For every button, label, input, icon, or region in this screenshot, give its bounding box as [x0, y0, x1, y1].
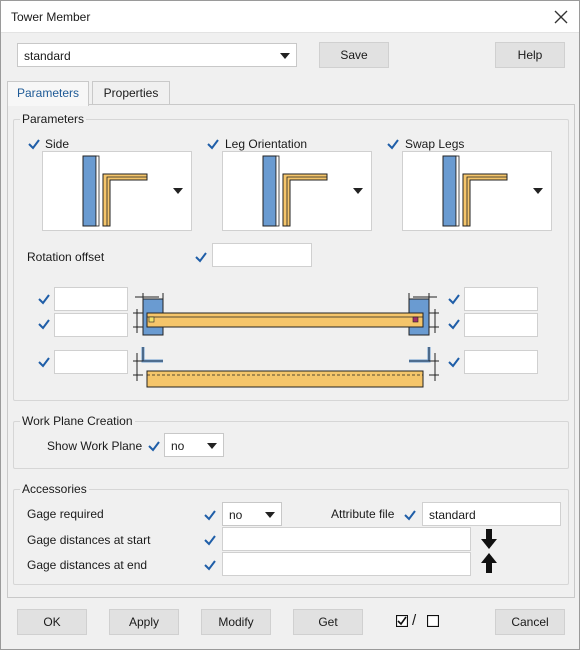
gage-end-checkbox[interactable] [203, 558, 217, 572]
offset-left-top-checkbox[interactable] [37, 292, 51, 306]
apply-button[interactable]: Apply [109, 609, 179, 635]
offset-right-bottom-input[interactable] [464, 350, 538, 374]
checkmark-icon [195, 252, 207, 263]
show-work-plane-checkbox[interactable] [147, 439, 161, 453]
ok-button[interactable]: OK [17, 609, 87, 635]
checkmark-icon [387, 139, 399, 150]
offset-left-bottom-checkbox[interactable] [37, 355, 51, 369]
work-plane-group-label: Work Plane Creation [20, 414, 135, 428]
checkmark-icon [207, 139, 219, 150]
angle-swap-legs-icon [442, 155, 508, 227]
gage-start-checkbox[interactable] [203, 533, 217, 547]
member-offset-diagram [133, 293, 439, 388]
help-button[interactable]: Help [495, 42, 565, 68]
gage-required-select[interactable]: no [222, 502, 282, 526]
offset-right-bottom-checkbox[interactable] [447, 355, 461, 369]
offset-left-middle-checkbox[interactable] [37, 317, 51, 331]
gage-required-label: Gage required [27, 507, 104, 521]
arrow-up-icon [481, 553, 497, 573]
chevron-down-icon [533, 188, 543, 194]
checkmark-icon [28, 139, 40, 150]
side-label: Side [45, 137, 70, 151]
attribute-file-checkbox[interactable] [403, 508, 417, 522]
gage-end-label: Gage distances at end [27, 558, 148, 572]
toggle-all-checkboxes-button[interactable]: / [396, 612, 446, 631]
checkmark-icon [204, 535, 216, 546]
close-button[interactable] [549, 5, 573, 29]
show-work-plane-label: Show Work Plane [47, 439, 143, 453]
checkmark-icon [404, 510, 416, 521]
show-work-plane-select[interactable]: no [164, 433, 224, 457]
swap-legs-label: Swap Legs [405, 137, 465, 151]
checkmark-icon [448, 319, 460, 330]
offset-left-middle-input[interactable] [54, 313, 128, 337]
offset-right-top-input[interactable] [464, 287, 538, 311]
swap-legs-checkbox[interactable] [386, 137, 400, 151]
close-icon [554, 10, 568, 24]
parameters-group-label: Parameters [20, 112, 87, 126]
checkmark-icon [448, 357, 460, 368]
attribute-file-input[interactable]: standard [422, 502, 561, 526]
checkmark-icon [38, 319, 50, 330]
offset-right-middle-input[interactable] [464, 313, 538, 337]
side-picker[interactable] [42, 151, 192, 231]
arrow-down-icon [481, 529, 497, 549]
checkmark-icon [204, 560, 216, 571]
offset-right-top-checkbox[interactable] [447, 292, 461, 306]
gage-end-input[interactable] [222, 552, 471, 576]
offset-left-top-input[interactable] [54, 287, 128, 311]
preset-select-value: standard [24, 49, 71, 63]
gage-required-checkbox[interactable] [203, 508, 217, 522]
angle-leg-orientation-icon [262, 155, 328, 227]
side-checkbox[interactable] [27, 137, 41, 151]
chevron-down-icon [280, 53, 290, 59]
attribute-file-label: Attribute file [331, 507, 395, 521]
save-button[interactable]: Save [319, 42, 389, 68]
get-button[interactable]: Get [293, 609, 363, 635]
checked-box-icon [396, 615, 408, 627]
chevron-down-icon [173, 188, 183, 194]
checkmark-icon [148, 441, 160, 452]
modify-button[interactable]: Modify [201, 609, 271, 635]
window-title: Tower Member [11, 10, 91, 24]
checkmark-icon [448, 294, 460, 305]
chevron-down-icon [265, 512, 275, 518]
cancel-button[interactable]: Cancel [495, 609, 565, 635]
leg-orientation-picker[interactable] [222, 151, 372, 231]
unchecked-box-icon [427, 615, 439, 627]
rotation-offset-input[interactable] [212, 243, 312, 267]
title-bar: Tower Member [1, 1, 579, 33]
rotation-offset-label: Rotation offset [27, 250, 105, 264]
offset-right-middle-checkbox[interactable] [447, 317, 461, 331]
accessories-group-label: Accessories [20, 482, 89, 496]
offset-left-bottom-input[interactable] [54, 350, 128, 374]
tab-properties[interactable]: Properties [92, 81, 170, 105]
angle-side-icon [82, 155, 148, 227]
toggle-separator: / [412, 612, 417, 629]
leg-orientation-checkbox[interactable] [206, 137, 220, 151]
chevron-down-icon [207, 443, 217, 449]
rotation-offset-checkbox[interactable] [194, 250, 208, 264]
leg-orientation-label: Leg Orientation [225, 137, 308, 151]
chevron-down-icon [353, 188, 363, 194]
checkmark-icon [38, 294, 50, 305]
swap-legs-picker[interactable] [402, 151, 552, 231]
gage-start-input[interactable] [222, 527, 471, 551]
preset-select[interactable]: standard [17, 43, 297, 67]
gage-start-label: Gage distances at start [27, 533, 151, 547]
tower-member-dialog: Tower Member standard Save Help Paramete… [0, 0, 580, 650]
checkmark-icon [38, 357, 50, 368]
checkmark-icon [204, 510, 216, 521]
tab-parameters[interactable]: Parameters [7, 81, 89, 106]
